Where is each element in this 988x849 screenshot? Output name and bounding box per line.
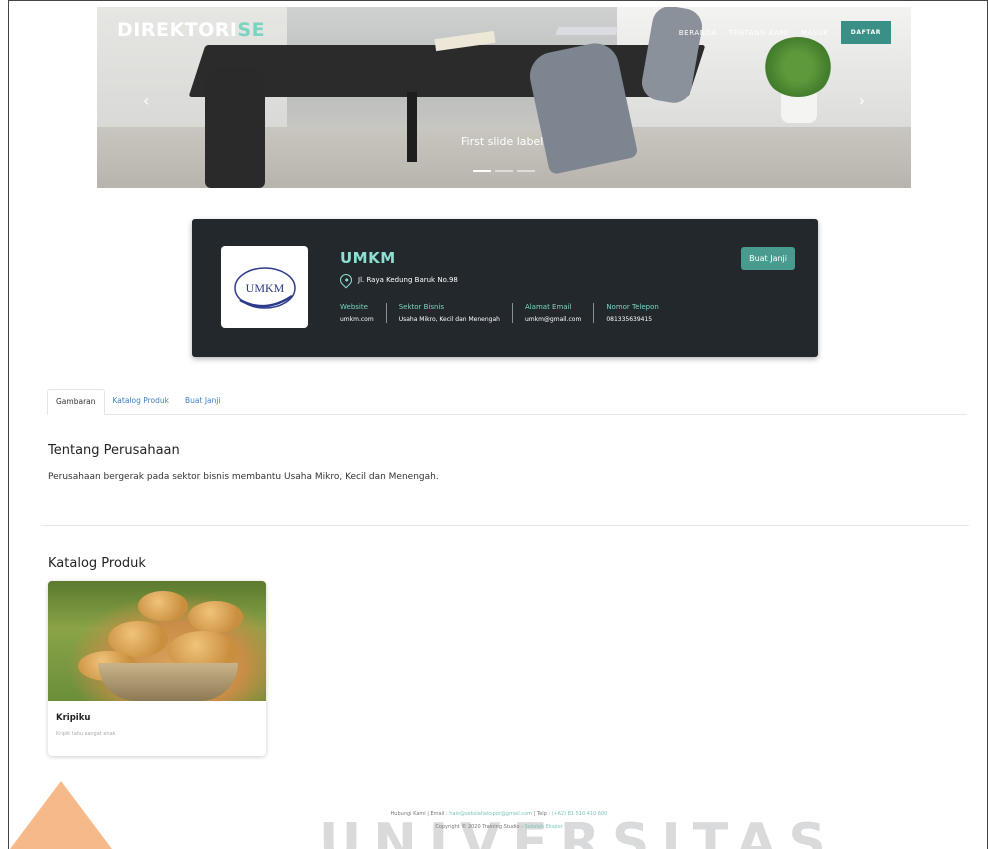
company-logo-image: UMKM <box>233 267 296 309</box>
brand-main: DIREKTORI <box>117 19 238 41</box>
info-value: 081335639415 <box>606 316 653 323</box>
company-address-text: Jl. Raya Kedung Baruk No.98 <box>358 276 458 284</box>
info-value[interactable]: umkm@gmail.com <box>525 316 581 323</box>
hero-carousel: DIREKTORISE BERANDA TENTANG KAMI MASUK D… <box>97 7 911 188</box>
hero-table-leg <box>407 92 417 162</box>
company-info-phone: Nomor Telepon 081335639415 <box>593 303 671 323</box>
about-title: Tentang Perusahaan <box>48 443 180 458</box>
carousel-next-icon[interactable]: › <box>859 91 865 110</box>
company-info: Website umkm.com Sektor Bisnis Usaha Mik… <box>340 303 671 323</box>
carousel-slide-label: First slide label <box>461 135 544 148</box>
carousel-indicators <box>473 170 535 172</box>
info-label: Nomor Telepon <box>606 303 659 311</box>
nav-item-beranda[interactable]: BERANDA <box>679 29 717 37</box>
tab-katalog-produk[interactable]: Katalog Produk <box>105 389 178 415</box>
hero-chair <box>205 67 265 188</box>
tab-gambaran[interactable]: Gambaran <box>47 389 105 415</box>
footer-phone[interactable]: (+62) 81 510 410 600 <box>552 811 608 817</box>
footer-copyright: Copyright © 2020 Training Studio - Sekol… <box>9 824 987 830</box>
product-image <box>48 581 266 701</box>
watermark-text: UNIVERSITAS <box>319 813 838 849</box>
section-divider <box>41 525 969 526</box>
page-frame: DIREKTORISE BERANDA TENTANG KAMI MASUK D… <box>8 0 988 849</box>
nav-item-masuk[interactable]: MASUK <box>801 29 829 37</box>
signup-button[interactable]: DAFTAR <box>840 21 891 44</box>
company-address: Jl. Raya Kedung Baruk No.98 <box>337 271 458 289</box>
company-profile-card: UMKM UMKM Jl. Raya Kedung Baruk No.98 Bu… <box>192 219 818 357</box>
company-info-website: Website umkm.com <box>340 303 386 323</box>
brand-logo[interactable]: DIREKTORISE <box>117 19 265 41</box>
buat-janji-button[interactable]: Buat Janji <box>741 247 795 270</box>
product-card[interactable]: Kripiku Kripik tahu sangat enak <box>48 581 266 756</box>
footer-copyright-link[interactable]: Sekolah Ekspor <box>524 824 562 830</box>
hero-laptop <box>555 27 619 35</box>
footer-contact: Hubungi Kami | Email : halo@sekolahekspo… <box>9 811 987 817</box>
info-label: Website <box>340 303 368 311</box>
company-info-sector: Sektor Bisnis Usaha Mikro, Kecil dan Men… <box>385 303 512 323</box>
company-info-email: Alamat Email umkm@gmail.com <box>511 303 593 323</box>
content-tabs: Gambaran Katalog Produk Buat Janji <box>47 389 967 415</box>
top-nav: BERANDA TENTANG KAMI MASUK DAFTAR <box>679 21 891 44</box>
product-image-chip <box>188 601 243 633</box>
product-image-chip <box>138 591 188 621</box>
about-text: Perusahaan bergerak pada sektor bisnis m… <box>48 472 439 482</box>
info-value: Usaha Mikro, Kecil dan Menengah <box>398 316 500 323</box>
catalog-title: Katalog Produk <box>48 556 146 571</box>
product-image-bowl <box>98 663 238 701</box>
footer-copyright-prefix: Copyright © 2020 Training Studio - <box>435 824 525 830</box>
info-value[interactable]: umkm.com <box>340 316 374 323</box>
company-logo-text: UMKM <box>245 281 284 295</box>
product-description: Kripik tahu sangat enak <box>56 731 116 737</box>
company-name: UMKM <box>340 249 396 267</box>
footer-phone-prefix: | Telp : <box>532 811 552 817</box>
company-logo: UMKM <box>221 246 308 328</box>
product-name[interactable]: Kripiku <box>56 713 90 723</box>
carousel-indicator[interactable] <box>517 170 535 172</box>
brand-accent: SE <box>237 19 266 41</box>
location-pin-icon <box>337 271 355 289</box>
carousel-indicator[interactable] <box>473 170 491 172</box>
hero-table <box>188 45 706 97</box>
carousel-prev-icon[interactable]: ‹ <box>143 91 149 110</box>
carousel-indicator[interactable] <box>495 170 513 172</box>
nav-item-tentang-kami[interactable]: TENTANG KAMI <box>729 29 789 37</box>
info-label: Sektor Bisnis <box>398 303 445 311</box>
tab-buat-janji[interactable]: Buat Janji <box>177 389 229 415</box>
hero-plant <box>763 37 833 97</box>
footer-email-link[interactable]: halo@sekolahekspor@gmail.com <box>449 811 532 817</box>
footer-contact-prefix: Hubungi Kami | Email : <box>390 811 450 817</box>
info-label: Alamat Email <box>524 303 572 311</box>
